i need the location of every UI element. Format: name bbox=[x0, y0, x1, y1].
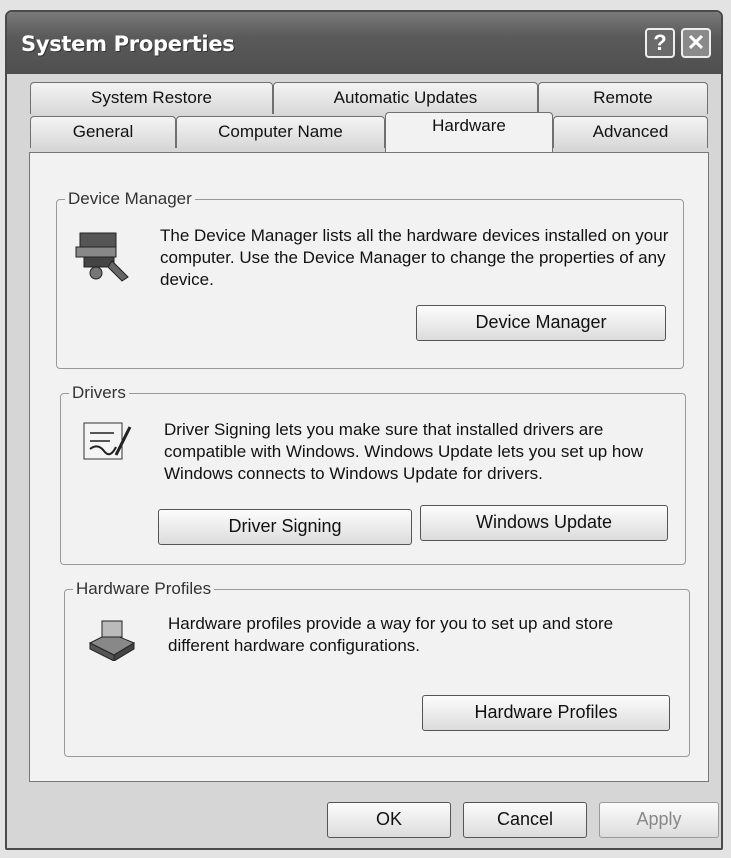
apply-button[interactable]: Apply bbox=[599, 802, 719, 838]
tab-system-restore[interactable]: System Restore bbox=[30, 82, 273, 114]
hardware-profiles-icon bbox=[88, 620, 136, 661]
tab-advanced[interactable]: Advanced bbox=[553, 116, 708, 148]
system-properties-window: System Properties ? ✕ System Restore Aut… bbox=[5, 10, 723, 850]
hardware-profiles-legend: Hardware Profiles bbox=[76, 579, 212, 598]
tab-general[interactable]: General bbox=[30, 116, 176, 148]
title-bar[interactable]: System Properties ? ✕ bbox=[7, 12, 721, 74]
window-title: System Properties bbox=[21, 32, 235, 56]
driver-signing-button[interactable]: Driver Signing bbox=[158, 509, 412, 545]
close-button[interactable]: ✕ bbox=[681, 28, 711, 58]
hardware-profiles-description: Hardware profiles provide a way for you … bbox=[168, 614, 614, 655]
ok-button[interactable]: OK bbox=[327, 802, 451, 838]
hardware-tab-panel: Device Manager The Device Manager lists … bbox=[29, 152, 709, 782]
device-manager-icon bbox=[75, 232, 129, 282]
drivers-legend: Drivers bbox=[72, 383, 126, 402]
hardware-profiles-button[interactable]: Hardware Profiles bbox=[422, 695, 670, 731]
tab-remote[interactable]: Remote bbox=[538, 82, 708, 114]
device-manager-legend: Device Manager bbox=[68, 189, 192, 208]
device-manager-button[interactable]: Device Manager bbox=[416, 305, 666, 341]
windows-update-button[interactable]: Windows Update bbox=[420, 505, 668, 541]
tab-hardware[interactable]: Hardware bbox=[385, 112, 553, 152]
tab-automatic-updates[interactable]: Automatic Updates bbox=[273, 82, 538, 114]
help-button[interactable]: ? bbox=[645, 28, 675, 58]
drivers-description: Driver Signing lets you make sure that i… bbox=[164, 420, 644, 483]
tab-computer-name[interactable]: Computer Name bbox=[176, 116, 385, 148]
device-manager-description: The Device Manager lists all the hardwar… bbox=[160, 226, 669, 289]
driver-signing-icon bbox=[83, 422, 132, 460]
cancel-button[interactable]: Cancel bbox=[463, 802, 587, 838]
